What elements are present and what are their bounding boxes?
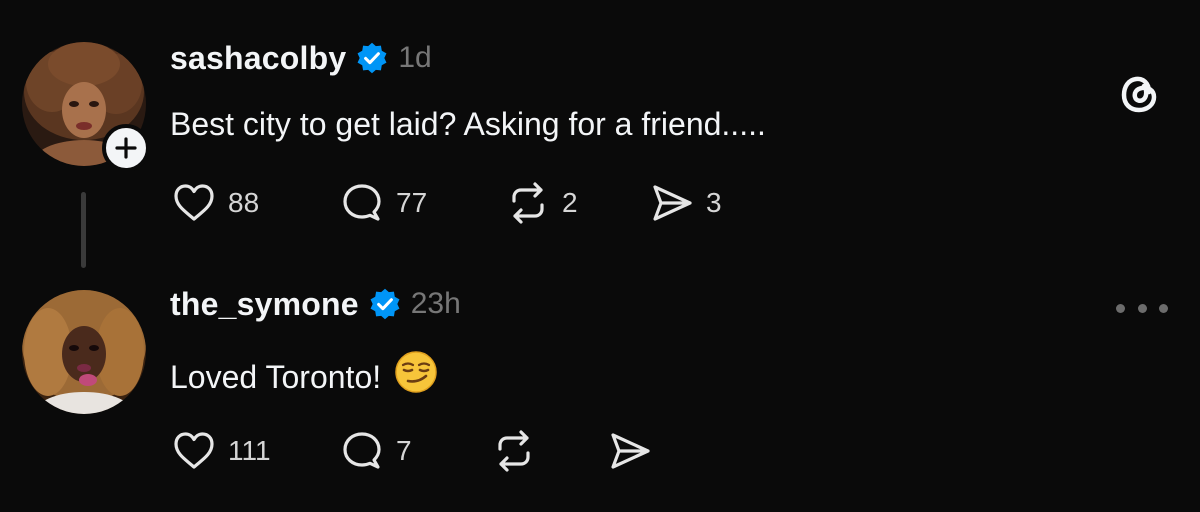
- post-header: sashacolby 1d: [170, 38, 432, 78]
- repost-icon: [498, 430, 530, 472]
- reply-button[interactable]: 77: [338, 178, 427, 228]
- post-text-container: Loved Toronto!: [170, 350, 438, 396]
- repost-icon: [512, 182, 544, 224]
- speech-bubble-icon: [343, 184, 381, 221]
- follow-button[interactable]: [102, 124, 150, 172]
- thread-connector-line: [81, 192, 86, 268]
- heart-icon: [174, 184, 214, 221]
- like-button[interactable]: 88: [170, 178, 259, 228]
- heart-icon: [174, 432, 214, 469]
- like-count: 111: [228, 435, 271, 466]
- reply-count: 77: [396, 187, 428, 218]
- repost-button[interactable]: 2: [504, 178, 578, 228]
- reply-button[interactable]: 7: [338, 426, 412, 476]
- speech-bubble-icon: [343, 432, 381, 469]
- avatar[interactable]: [22, 290, 146, 414]
- more-dots-icon: [1159, 303, 1168, 313]
- repost-button[interactable]: [490, 426, 538, 476]
- more-options-button[interactable]: [1116, 296, 1168, 320]
- verified-badge-icon: [370, 288, 400, 320]
- username[interactable]: the_symone: [170, 286, 359, 323]
- paper-plane-icon: [653, 185, 692, 221]
- post-text: Best city to get laid? Asking for a frie…: [170, 106, 766, 142]
- like-button[interactable]: 111: [170, 426, 271, 476]
- post-text: Loved Toronto!: [170, 359, 382, 395]
- smirking-face-emoji-icon: [395, 351, 437, 393]
- plus-icon: [115, 137, 137, 159]
- share-button[interactable]: [606, 426, 654, 476]
- repost-count: 2: [562, 187, 578, 218]
- paper-plane-icon: [611, 433, 650, 469]
- reply-count: 7: [396, 435, 412, 466]
- post-timestamp: 1d: [398, 41, 432, 74]
- more-dots-icon: [1137, 303, 1147, 313]
- username[interactable]: sashacolby: [170, 40, 346, 77]
- more-dots-icon: [1116, 303, 1125, 313]
- post-timestamp: 23h: [410, 287, 461, 320]
- post-header: the_symone 23h: [170, 284, 461, 324]
- share-button[interactable]: 3: [648, 178, 722, 228]
- verified-badge-icon: [357, 42, 387, 74]
- threads-logo-icon[interactable]: [1116, 70, 1164, 118]
- like-count: 88: [228, 187, 260, 218]
- share-count: 3: [706, 187, 722, 218]
